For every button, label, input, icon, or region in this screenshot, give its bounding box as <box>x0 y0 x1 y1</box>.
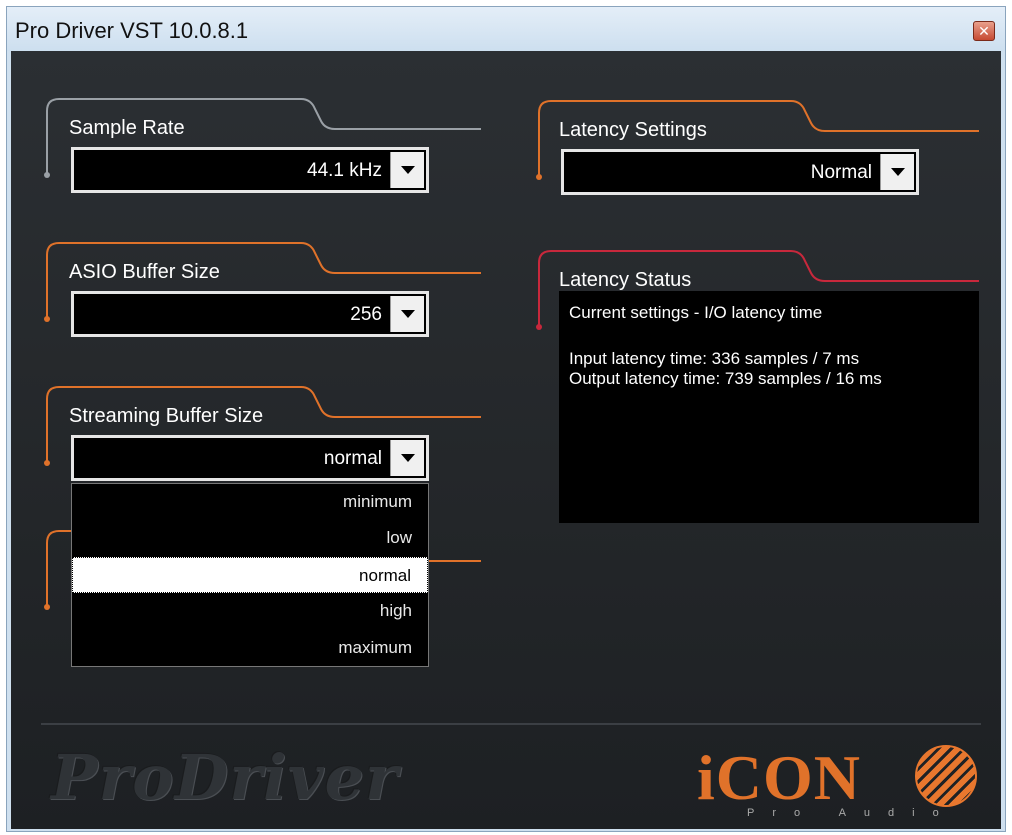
prodriver-logo: ProDriver <box>51 741 399 814</box>
icon-logo-subtitle: Pro Audio <box>747 807 957 819</box>
close-icon: ✕ <box>978 23 990 39</box>
dropdown-option-normal[interactable]: normal <box>72 556 428 594</box>
footer-separator <box>41 723 981 725</box>
dropdown-option-maximum[interactable]: maximum <box>72 630 428 666</box>
status-line-header: Current settings - I/O latency time <box>569 303 823 322</box>
chevron-down-icon[interactable] <box>390 296 424 332</box>
streaming-buffer-select[interactable]: normal <box>71 435 429 481</box>
chevron-down-icon[interactable] <box>880 154 914 190</box>
close-button[interactable]: ✕ <box>973 21 995 41</box>
driver-window: Pro Driver VST 10.0.8.1 ✕ Sample Rate 44… <box>6 6 1006 832</box>
latency-status-panel: Current settings - I/O latency time Inpu… <box>559 291 979 523</box>
chevron-down-icon[interactable] <box>390 440 424 476</box>
latency-status-label: Latency Status <box>559 269 692 291</box>
window-title: Pro Driver VST 10.0.8.1 <box>15 18 249 43</box>
streaming-buffer-value: normal <box>323 448 382 469</box>
icon-logo-word: iCON <box>697 742 861 813</box>
sample-rate-value: 44.1 kHz <box>307 160 382 181</box>
asio-buffer-label: ASIO Buffer Size <box>69 261 220 283</box>
status-line-output: Output latency time: 739 samples / 16 ms <box>569 369 882 388</box>
latency-settings-select[interactable]: Normal <box>561 149 919 195</box>
driver-panel: Sample Rate 44.1 kHz ASIO Buffer Size 25… <box>11 51 1001 829</box>
sample-rate-label: Sample Rate <box>69 117 185 139</box>
streaming-buffer-dropdown[interactable]: minimum low normal high maximum <box>71 483 429 667</box>
dropdown-option-high[interactable]: high <box>72 593 428 629</box>
striped-globe-icon <box>915 745 977 807</box>
latency-settings-value: Normal <box>810 162 872 183</box>
dropdown-option-minimum[interactable]: minimum <box>72 484 428 520</box>
chevron-down-icon[interactable] <box>390 152 424 188</box>
icon-pro-audio-logo: iCON Pro Audio <box>697 741 977 821</box>
asio-buffer-value: 256 <box>350 304 382 325</box>
streaming-buffer-label: Streaming Buffer Size <box>69 405 264 427</box>
sample-rate-select[interactable]: 44.1 kHz <box>71 147 429 193</box>
title-bar[interactable]: Pro Driver VST 10.0.8.1 ✕ <box>7 7 1005 51</box>
asio-buffer-select[interactable]: 256 <box>71 291 429 337</box>
dropdown-option-low[interactable]: low <box>72 520 428 556</box>
latency-settings-label: Latency Settings <box>559 119 707 141</box>
status-line-input: Input latency time: 336 samples / 7 ms <box>569 349 860 368</box>
